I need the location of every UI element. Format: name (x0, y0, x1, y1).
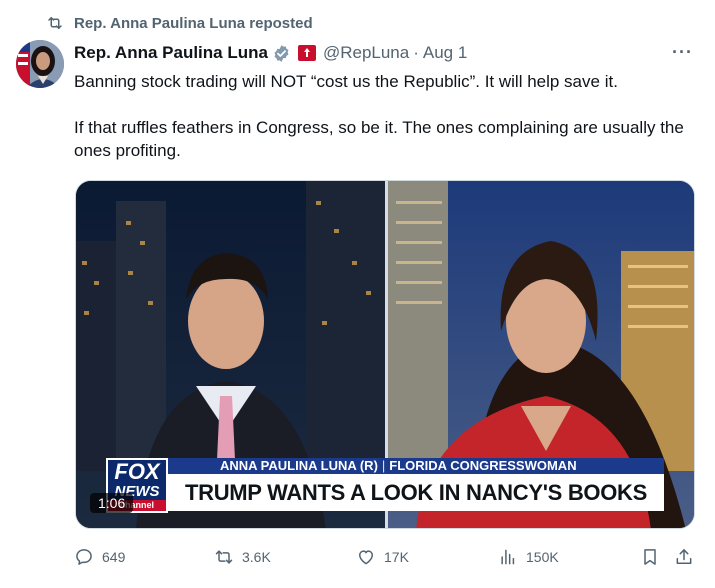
retweet-icon (215, 550, 233, 564)
share-icon (676, 549, 692, 564)
like-button[interactable]: 17K (356, 545, 409, 569)
share-button[interactable] (674, 545, 694, 569)
bookmark-button[interactable] (640, 545, 660, 569)
action-bar: 649 3.6K 17K 150K (74, 545, 698, 569)
views-icon (501, 549, 515, 565)
lower-third-nameplate: ANNA PAULINA LUNA (R) | FLORIDA CONGRESSWO… (168, 458, 664, 474)
video-player[interactable]: FOX NEWS channel ANNA PAULINA LUNA (R) | F… (75, 180, 695, 529)
views-count: 150K (526, 549, 559, 565)
tweet-paragraph: If that ruffles feathers in Congress, so… (74, 118, 684, 160)
lower-third-title: FLORIDA CONGRESSWOMAN (389, 458, 577, 473)
reply-icon (76, 549, 92, 565)
repost-label: Rep. Anna Paulina Luna reposted (74, 14, 313, 32)
tweet-date[interactable]: Aug 1 (423, 43, 467, 63)
retweet-count: 3.6K (242, 549, 271, 565)
author-handle[interactable]: @RepLuna (323, 43, 409, 63)
views-button[interactable]: 150K (498, 545, 559, 569)
lower-third-separator: | (381, 458, 386, 473)
repost-icon (48, 17, 62, 29)
more-options-button[interactable]: ··· (672, 42, 693, 63)
video-timecode: 1:06 (90, 493, 134, 513)
author-name[interactable]: Rep. Anna Paulina Luna (74, 43, 268, 63)
tweet-text: Banning stock trading will NOT “cost us … (74, 70, 694, 162)
reply-count: 649 (102, 549, 126, 565)
repost-indicator[interactable]: Rep. Anna Paulina Luna reposted (46, 14, 313, 32)
heart-icon (359, 550, 373, 565)
bookmark-icon (644, 549, 656, 565)
separator-dot: · (413, 43, 419, 62)
chyron-headline: TRUMP WANTS A LOOK IN NANCY'S BOOKS (168, 474, 664, 511)
like-count: 17K (384, 549, 409, 565)
tweet-paragraph: Banning stock trading will NOT “cost us … (74, 72, 618, 91)
verified-badge-icon[interactable] (272, 44, 291, 63)
lower-third-name: ANNA PAULINA LUNA (R) (220, 458, 378, 473)
logo-line: FOX (114, 459, 160, 484)
avatar[interactable] (16, 40, 64, 88)
retweet-button[interactable]: 3.6K (214, 545, 271, 569)
reply-button[interactable]: 649 (74, 545, 125, 569)
flag-icon[interactable] (297, 44, 317, 62)
tweet-header: Rep. Anna Paulina Luna @RepLuna · Aug 1 (74, 42, 697, 64)
